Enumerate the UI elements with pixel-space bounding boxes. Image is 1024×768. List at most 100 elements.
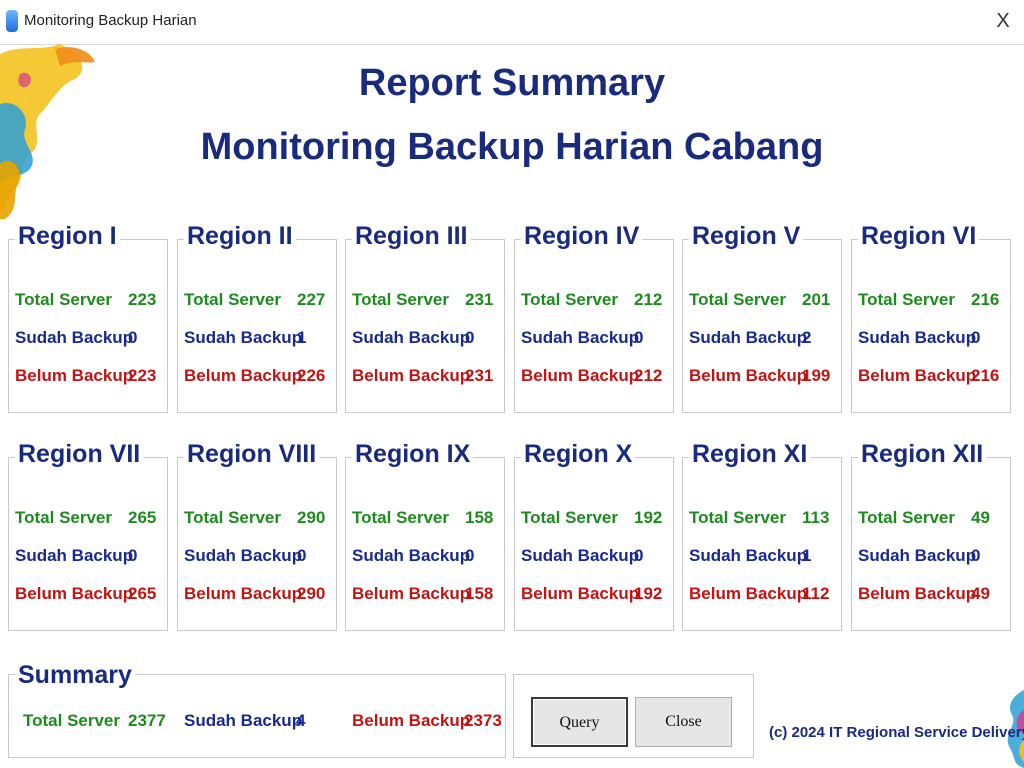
title-bar: Monitoring Backup Harian X <box>0 0 1024 44</box>
belum-backup-value: 199 <box>802 366 831 385</box>
region-name: Region XII <box>858 440 987 469</box>
belum-backup-row: Belum Backup 265 <box>15 584 163 608</box>
total-server-value: 113 <box>802 508 830 527</box>
belum-backup-label: Belum Backup <box>184 584 303 603</box>
belum-backup-label: Belum Backup <box>15 366 134 385</box>
sudah-backup-value: 0 <box>128 546 138 565</box>
sudah-backup-value: 1 <box>297 328 307 347</box>
belum-backup-label: Belum Backup <box>521 584 640 603</box>
belum-backup-row: Belum Backup 226 <box>184 366 332 390</box>
region-group: Region III Total Server 231 Sudah Backup 0 Be… <box>345 222 505 413</box>
sudah-backup-value: 2 <box>802 328 812 347</box>
sudah-backup-label: Sudah Backup <box>352 546 471 565</box>
belum-backup-label: Belum Backup <box>352 366 471 385</box>
sudah-backup-value: 0 <box>634 546 644 565</box>
region-name: Region X <box>521 440 636 469</box>
belum-backup-value: 231 <box>465 366 494 385</box>
total-server-label: Total Server <box>352 508 450 527</box>
sudah-backup-row: Sudah Backup 1 <box>689 546 837 570</box>
sudah-backup-row: Sudah Backup 0 <box>521 328 669 352</box>
close-icon[interactable]: X <box>992 8 1014 34</box>
sudah-backup-row: Sudah Backup 0 <box>521 546 669 570</box>
summary-sudah-label: Sudah Backup <box>184 711 303 730</box>
sudah-backup-row: Sudah Backup 0 <box>15 328 163 352</box>
total-server-row: Total Server 201 <box>689 290 837 314</box>
belum-backup-label: Belum Backup <box>858 366 977 385</box>
belum-backup-row: Belum Backup 49 <box>858 584 1006 608</box>
region-name: Region I <box>15 222 120 251</box>
region-group: Region X Total Server 192 Sudah Backup 0 Belu… <box>514 440 674 631</box>
belum-backup-value: 192 <box>634 584 663 603</box>
belum-backup-label: Belum Backup <box>352 584 471 603</box>
belum-backup-value: 216 <box>971 366 1000 385</box>
belum-backup-row: Belum Backup 231 <box>352 366 500 390</box>
total-server-value: 49 <box>971 508 990 527</box>
belum-backup-row: Belum Backup 212 <box>521 366 669 390</box>
total-server-row: Total Server 158 <box>352 508 500 532</box>
sudah-backup-row: Sudah Backup 0 <box>858 546 1006 570</box>
total-server-value: 227 <box>297 290 326 309</box>
belum-backup-label: Belum Backup <box>689 584 808 603</box>
close-button[interactable]: Close <box>635 697 732 747</box>
sudah-backup-row: Sudah Backup 0 <box>352 546 500 570</box>
belum-backup-label: Belum Backup <box>689 366 808 385</box>
total-server-row: Total Server 231 <box>352 290 500 314</box>
sudah-backup-label: Sudah Backup <box>184 546 303 565</box>
summary-total-value: 2377 <box>128 711 166 730</box>
region-group: Region XI Total Server 113 Sudah Backup 1 Bel… <box>682 440 842 631</box>
total-server-label: Total Server <box>184 290 282 309</box>
belum-backup-row: Belum Backup 199 <box>689 366 837 390</box>
sudah-backup-value: 0 <box>465 328 475 347</box>
total-server-value: 158 <box>465 508 494 527</box>
sudah-backup-value: 0 <box>297 546 307 565</box>
belum-backup-label: Belum Backup <box>184 366 303 385</box>
region-name: Region IX <box>352 440 474 469</box>
summary-sudah-value: 4 <box>296 711 306 730</box>
total-server-label: Total Server <box>15 290 113 309</box>
sudah-backup-row: Sudah Backup 0 <box>184 546 332 570</box>
sudah-backup-label: Sudah Backup <box>858 546 977 565</box>
belum-backup-label: Belum Backup <box>858 584 977 603</box>
sudah-backup-row: Sudah Backup 0 <box>15 546 163 570</box>
total-server-label: Total Server <box>352 290 450 309</box>
belum-backup-row: Belum Backup 216 <box>858 366 1006 390</box>
total-server-row: Total Server 223 <box>15 290 163 314</box>
belum-backup-row: Belum Backup 158 <box>352 584 500 608</box>
button-group: Query Close <box>513 674 754 758</box>
total-server-value: 201 <box>802 290 831 309</box>
belum-backup-label: Belum Backup <box>521 366 640 385</box>
belum-backup-value: 158 <box>465 584 494 603</box>
query-button[interactable]: Query <box>531 697 628 747</box>
total-server-label: Total Server <box>689 508 787 527</box>
sudah-backup-value: 0 <box>971 328 981 347</box>
region-group: Region IV Total Server 212 Sudah Backup 0 Bel… <box>514 222 674 413</box>
total-server-row: Total Server 49 <box>858 508 1006 532</box>
total-server-value: 223 <box>128 290 157 309</box>
belum-backup-value: 290 <box>297 584 326 603</box>
total-server-label: Total Server <box>521 508 619 527</box>
region-name: Region II <box>184 222 296 251</box>
total-server-label: Total Server <box>184 508 282 527</box>
region-name: Region VII <box>15 440 144 469</box>
copyright-text: (c) 2024 IT Regional Service Delivery <box>769 724 1024 741</box>
total-server-label: Total Server <box>689 290 787 309</box>
sudah-backup-label: Sudah Backup <box>858 328 977 347</box>
region-name: Region VIII <box>184 440 320 469</box>
total-server-value: 212 <box>634 290 663 309</box>
belum-backup-value: 226 <box>297 366 326 385</box>
region-name: Region IV <box>521 222 643 251</box>
total-server-value: 216 <box>971 290 1000 309</box>
belum-backup-value: 112 <box>802 584 830 603</box>
report-title: Report Summary <box>358 62 666 104</box>
region-name: Region VI <box>858 222 980 251</box>
sudah-backup-label: Sudah Backup <box>15 546 134 565</box>
total-server-row: Total Server 265 <box>15 508 163 532</box>
region-name: Region V <box>689 222 804 251</box>
total-server-label: Total Server <box>15 508 113 527</box>
region-group: Region II Total Server 227 Sudah Backup 1 Bel… <box>177 222 337 413</box>
belum-backup-row: Belum Backup 223 <box>15 366 163 390</box>
belum-backup-value: 223 <box>128 366 157 385</box>
report-subtitle: Monitoring Backup Harian Cabang <box>200 126 824 168</box>
total-server-row: Total Server 290 <box>184 508 332 532</box>
total-server-value: 192 <box>634 508 663 527</box>
